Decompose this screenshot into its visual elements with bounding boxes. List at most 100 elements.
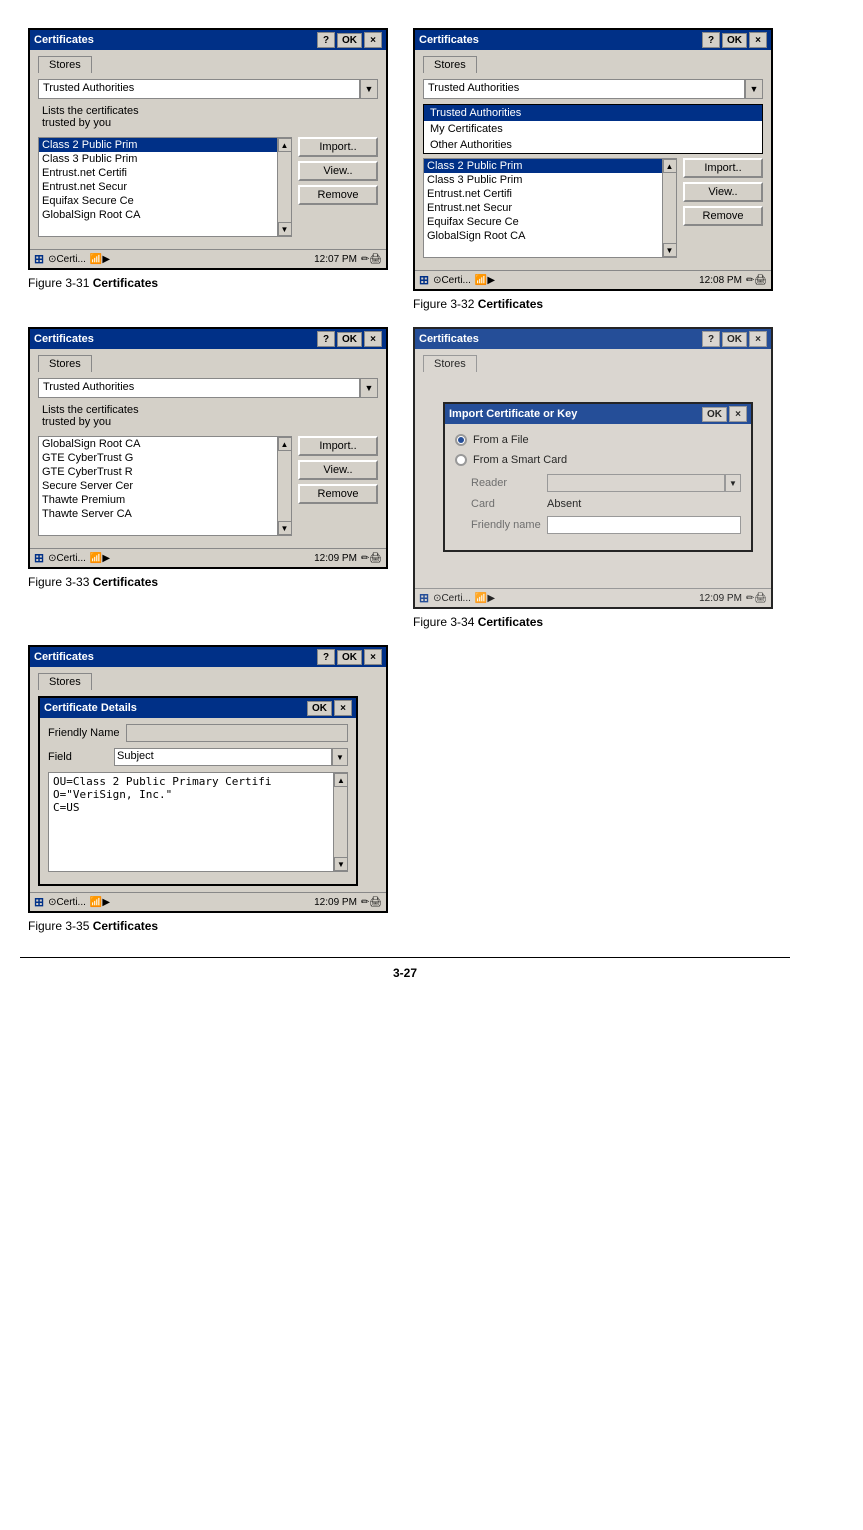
- fig34-import-ok-btn[interactable]: OK: [702, 407, 727, 422]
- fig32-scrollbar: ▲ ▼: [662, 159, 676, 257]
- fig34-radio-file[interactable]: [455, 434, 467, 446]
- fig31-listbox[interactable]: Class 2 Public Prim Class 3 Public Prim …: [38, 137, 292, 237]
- fig35-help-btn[interactable]: ?: [317, 649, 335, 665]
- fig31-close-btn[interactable]: ×: [364, 32, 382, 48]
- dropdown-item-my[interactable]: My Certificates: [424, 121, 762, 137]
- fig33-close-btn[interactable]: ×: [364, 331, 382, 347]
- fig34-tab-stores[interactable]: Stores: [423, 355, 477, 372]
- list-item[interactable]: GTE CyberTrust R: [39, 465, 277, 479]
- fig34-reader-arrow[interactable]: ▼: [725, 474, 741, 492]
- fig32-dropdown[interactable]: Trusted Authorities: [423, 79, 745, 99]
- fig35-certdetails-close-btn[interactable]: ×: [334, 700, 352, 716]
- fig34-ok-btn[interactable]: OK: [722, 332, 747, 347]
- list-item[interactable]: Entrust.net Certifi: [39, 166, 277, 180]
- scroll-up-btn[interactable]: ▲: [663, 159, 677, 173]
- fig31-help-btn[interactable]: ?: [317, 32, 335, 48]
- fig32-close-btn[interactable]: ×: [749, 32, 767, 48]
- fig32-ok-btn[interactable]: OK: [722, 33, 747, 48]
- fig32-titlebar-buttons: ? OK ×: [702, 32, 767, 48]
- fig33-tab-stores[interactable]: Stores: [38, 355, 92, 372]
- fig33-remove-btn[interactable]: Remove: [298, 484, 378, 504]
- fig32-view-btn[interactable]: View..: [683, 182, 763, 202]
- figure-32-block: Certificates ? OK × Stores Trusted Autho…: [405, 20, 790, 319]
- fig35-field-select[interactable]: Subject: [114, 748, 332, 766]
- fig35-close-btn[interactable]: ×: [364, 649, 382, 665]
- fig31-desc-line1: Lists the certificates: [42, 105, 378, 117]
- fig35-certdetails-ok-btn[interactable]: OK: [307, 701, 332, 716]
- scroll-down-btn[interactable]: ▼: [278, 521, 292, 535]
- fig34-close-btn[interactable]: ×: [749, 331, 767, 347]
- scroll-down-btn[interactable]: ▼: [663, 243, 677, 257]
- fig35-scroll-up[interactable]: ▲: [334, 773, 348, 787]
- fig32-dropdown-arrow[interactable]: ▼: [745, 79, 763, 99]
- fig31-signal: 📶▶: [90, 254, 110, 265]
- fig35-friendly-input[interactable]: [126, 724, 348, 742]
- fig34-radio-smart[interactable]: [455, 454, 467, 466]
- fig31-tab-stores[interactable]: Stores: [38, 56, 92, 73]
- fig34-outer-titlebar: Certificates ? OK ×: [415, 329, 771, 349]
- fig32-listbox[interactable]: Class 2 Public Prim Class 3 Public Prim …: [423, 158, 677, 258]
- dropdown-item-other[interactable]: Other Authorities: [424, 137, 762, 153]
- list-item[interactable]: Entrust.net Certifi: [424, 187, 662, 201]
- fig31-dropdown-arrow[interactable]: ▼: [360, 79, 378, 99]
- fig33-dropdown[interactable]: Trusted Authorities: [38, 378, 360, 398]
- list-item[interactable]: Class 2 Public Prim: [39, 138, 277, 152]
- fig32-import-btn[interactable]: Import..: [683, 158, 763, 178]
- fig31-remove-btn[interactable]: Remove: [298, 185, 378, 205]
- list-item[interactable]: Class 2 Public Prim: [424, 159, 662, 173]
- fig33-dropdown-arrow[interactable]: ▼: [360, 378, 378, 398]
- fig33-desc-line2: trusted by you: [42, 416, 378, 428]
- list-item[interactable]: GlobalSign Root CA: [424, 229, 662, 243]
- fig35-field-arrow[interactable]: ▼: [332, 748, 348, 766]
- list-item[interactable]: Class 3 Public Prim: [39, 152, 277, 166]
- dropdown-item-trusted[interactable]: Trusted Authorities: [424, 105, 762, 121]
- fig32-help-btn[interactable]: ?: [702, 32, 720, 48]
- list-item[interactable]: Thawte Server CA: [39, 507, 277, 521]
- list-item[interactable]: Secure Server Cer: [39, 479, 277, 493]
- fig31-cert-list-area: Class 2 Public Prim Class 3 Public Prim …: [38, 137, 378, 237]
- fig33-help-btn[interactable]: ?: [317, 331, 335, 347]
- list-item[interactable]: GlobalSign Root CA: [39, 208, 277, 222]
- list-item[interactable]: Equifax Secure Ce: [39, 194, 277, 208]
- list-item[interactable]: Entrust.net Secur: [424, 201, 662, 215]
- fig31-import-btn[interactable]: Import..: [298, 137, 378, 157]
- fig34-time: 12:09 PM: [699, 593, 742, 604]
- fig35-scroll-down[interactable]: ▼: [334, 857, 348, 871]
- fig34-friendly-input[interactable]: [547, 516, 741, 534]
- fig32-certi: ⊙Certi...: [433, 275, 471, 286]
- fig31-dropdown[interactable]: Trusted Authorities: [38, 79, 360, 99]
- fig32-dropdown-list: Trusted Authorities My Certificates Othe…: [423, 104, 763, 154]
- fig32-tab-stores[interactable]: Stores: [423, 56, 477, 73]
- list-item[interactable]: Thawte Premium: [39, 493, 277, 507]
- list-item[interactable]: GTE CyberTrust G: [39, 451, 277, 465]
- fig35-textarea[interactable]: OU=Class 2 Public Primary Certifi O="Ver…: [49, 773, 333, 871]
- list-item[interactable]: Entrust.net Secur: [39, 180, 277, 194]
- fig33-ok-btn[interactable]: OK: [337, 332, 362, 347]
- fig31-view-btn[interactable]: View..: [298, 161, 378, 181]
- list-item[interactable]: GlobalSign Root CA: [39, 437, 277, 451]
- fig34-reader-input[interactable]: [547, 474, 725, 492]
- fig31-desc-line2: trusted by you: [42, 117, 378, 129]
- fig33-import-btn[interactable]: Import..: [298, 436, 378, 456]
- fig34-help-btn[interactable]: ?: [702, 331, 720, 347]
- list-item[interactable]: Equifax Secure Ce: [424, 215, 662, 229]
- fig31-ok-btn[interactable]: OK: [337, 33, 362, 48]
- fig33-listbox[interactable]: GlobalSign Root CA GTE CyberTrust G GTE …: [38, 436, 292, 536]
- fig33-view-btn[interactable]: View..: [298, 460, 378, 480]
- list-item[interactable]: Class 3 Public Prim: [424, 173, 662, 187]
- fig33-listbox-container: GlobalSign Root CA GTE CyberTrust G GTE …: [38, 436, 292, 536]
- fig32-remove-btn[interactable]: Remove: [683, 206, 763, 226]
- fig35-certdetails-titlebar: Certificate Details OK ×: [40, 698, 356, 718]
- scroll-up-btn[interactable]: ▲: [278, 437, 292, 451]
- fig33-cert-buttons: Import.. View.. Remove: [298, 436, 378, 536]
- fig35-tab-stores[interactable]: Stores: [38, 673, 92, 690]
- scroll-up-btn[interactable]: ▲: [278, 138, 292, 152]
- fig32-titlebar: Certificates ? OK ×: [415, 30, 771, 50]
- fig35-time: 12:09 PM: [314, 897, 357, 908]
- fig34-import-close-btn[interactable]: ×: [729, 406, 747, 422]
- fig35-ok-btn[interactable]: OK: [337, 650, 362, 665]
- scroll-down-btn[interactable]: ▼: [278, 222, 292, 236]
- fig35-certdetails-body: Friendly Name Field Subject ▼: [40, 718, 356, 884]
- figure-31-block: Certificates ? OK × Stores Trusted Autho…: [20, 20, 405, 319]
- fig35-textarea-container: OU=Class 2 Public Primary Certifi O="Ver…: [48, 772, 348, 872]
